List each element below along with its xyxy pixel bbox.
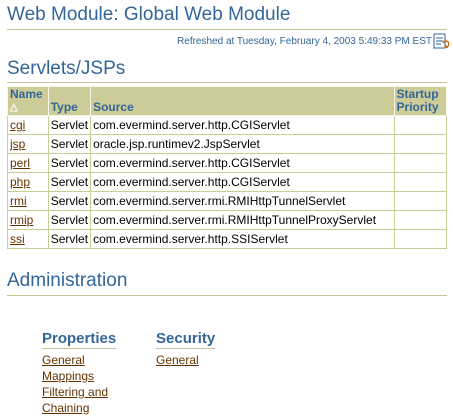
servlet-name-link[interactable]: cgi — [10, 118, 25, 132]
servlet-name-link[interactable]: jsp — [10, 137, 25, 151]
servlet-priority-cell — [393, 115, 448, 135]
title-divider — [7, 29, 447, 30]
servlet-type-cell: Servlet — [47, 172, 92, 192]
general-link[interactable]: General — [42, 353, 85, 367]
properties-link-mappings: Mappings — [42, 368, 116, 384]
security-link-general: General — [156, 352, 215, 368]
servlets-section-title: Servlets/JSPs — [7, 58, 126, 79]
servlet-name-link[interactable]: perl — [10, 156, 30, 170]
servlet-source-cell: com.evermind.server.http.CGIServlet — [90, 172, 395, 192]
servlet-type-cell: Servlet — [47, 134, 92, 154]
page-title: Web Module: Global Web Module — [7, 4, 291, 25]
servlet-source-cell: com.evermind.server.rmi.RMIHttpTunnelSer… — [90, 191, 395, 211]
column-header-priority-label: Priority — [396, 100, 439, 114]
administration-section-title: Administration — [7, 270, 128, 291]
servlet-name-cell: rmi — [7, 191, 49, 211]
servlet-priority-cell — [393, 210, 448, 230]
servlet-priority-cell — [393, 229, 448, 249]
servlet-type-cell: Servlet — [47, 153, 92, 173]
servlet-type-cell: Servlet — [47, 229, 92, 249]
servlet-priority-cell — [393, 153, 448, 173]
properties-heading: Properties — [42, 330, 117, 349]
table-row: ssi Servlet com.evermind.server.http.SSISe… — [7, 229, 448, 249]
security-general-link[interactable]: General — [156, 353, 199, 367]
table-row: php Servlet com.evermind.server.http.CGISe… — [7, 172, 448, 192]
properties-link-filtering: Filtering and — [42, 384, 116, 400]
properties-group: Properties General Mappings Filtering an… — [42, 330, 117, 416]
table-row: perl Servlet com.evermind.server.http.CGIS… — [7, 153, 448, 173]
servlet-name-link[interactable]: ssi — [10, 232, 25, 246]
filtering-and-chaining-link-line2[interactable]: Chaining — [42, 401, 89, 415]
refresh-timestamp: Refreshed at Tuesday, February 4, 2003 5… — [177, 36, 432, 47]
servlet-name-cell: jsp — [7, 134, 49, 154]
servlet-priority-cell — [393, 172, 448, 192]
column-header-name[interactable]: Name △ — [7, 86, 49, 116]
table-row: rmi Servlet com.evermind.server.rmi.RMIHtt… — [7, 191, 448, 211]
servlets-table: Name △ Type Source Startup Priority cgi S… — [7, 86, 448, 249]
column-header-source: Source — [90, 86, 395, 116]
servlets-divider — [7, 82, 447, 83]
column-header-startup-label: Startup — [396, 87, 439, 101]
properties-link-chaining: Chaining — [42, 400, 116, 416]
servlet-source-cell: com.evermind.server.http.CGIServlet — [90, 115, 395, 135]
column-header-startup-priority: Startup Priority — [393, 86, 448, 116]
servlet-priority-cell — [393, 191, 448, 211]
servlet-source-cell: oracle.jsp.runtimev2.JspServlet — [90, 134, 395, 154]
servlets-table-header: Name △ Type Source Startup Priority — [7, 86, 448, 116]
servlet-source-cell: com.evermind.server.http.SSIServlet — [90, 229, 395, 249]
column-header-type: Type — [47, 86, 92, 116]
refresh-icon[interactable] — [433, 32, 450, 50]
table-row: cgi Servlet com.evermind.server.http.CGISe… — [7, 115, 448, 135]
servlet-source-cell: com.evermind.server.http.CGIServlet — [90, 153, 395, 173]
administration-divider — [7, 295, 447, 296]
servlet-type-cell: Servlet — [47, 115, 92, 135]
servlet-name-cell: perl — [7, 153, 49, 173]
servlet-type-cell: Servlet — [47, 191, 92, 211]
servlet-source-cell: com.evermind.server.rmi.RMIHttpTunnelPro… — [90, 210, 395, 230]
security-group: Security General — [156, 330, 216, 368]
servlet-name-cell: php — [7, 172, 49, 192]
security-heading: Security — [156, 330, 216, 349]
filtering-and-chaining-link[interactable]: Filtering and — [42, 385, 108, 399]
servlet-name-cell: cgi — [7, 115, 49, 135]
table-row: jsp Servlet oracle.jsp.runtimev2.JspServle… — [7, 134, 448, 154]
servlet-priority-cell — [393, 134, 448, 154]
servlet-type-cell: Servlet — [47, 210, 92, 230]
sort-ascending-icon[interactable]: △ — [10, 101, 46, 114]
servlet-name-cell: ssi — [7, 229, 49, 249]
servlet-name-link[interactable]: rmip — [10, 213, 33, 227]
mappings-link[interactable]: Mappings — [42, 369, 94, 383]
column-header-name-label: Name — [10, 87, 43, 101]
table-row: rmip Servlet com.evermind.server.rmi.RMIHt… — [7, 210, 448, 230]
servlet-name-link[interactable]: rmi — [10, 194, 27, 208]
properties-link-general: General — [42, 352, 116, 368]
servlet-name-cell: rmip — [7, 210, 49, 230]
servlet-name-link[interactable]: php — [10, 175, 30, 189]
